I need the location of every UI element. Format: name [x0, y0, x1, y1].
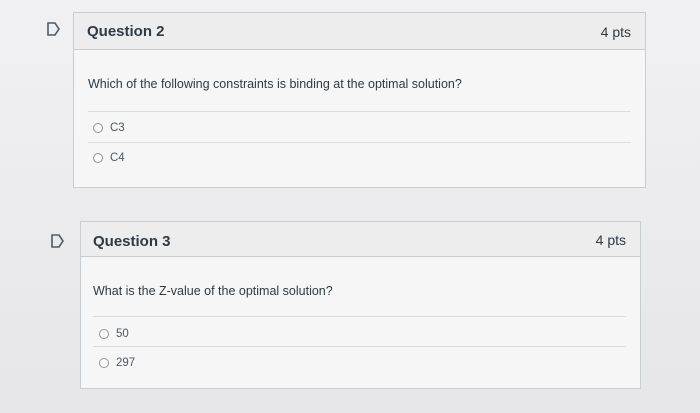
question-title: Question 2	[87, 23, 165, 40]
question-card: Question 3 4 pts What is the Z-value of …	[80, 221, 641, 389]
answer-divider	[93, 346, 626, 347]
flag-question-icon[interactable]	[51, 234, 65, 248]
question-text: Which of the following constraints is bi…	[88, 77, 462, 91]
radio-button-icon[interactable]	[93, 153, 103, 163]
answer-option-label: C4	[110, 152, 125, 164]
radio-button-icon[interactable]	[99, 329, 109, 339]
question-points: 4 pts	[600, 24, 631, 40]
question-points: 4 pts	[595, 232, 626, 248]
radio-button-icon[interactable]	[93, 123, 103, 133]
question-card: Question 2 4 pts Which of the following …	[73, 12, 646, 188]
answer-option[interactable]: 297	[99, 357, 135, 369]
answer-option-label: 297	[116, 357, 136, 369]
flag-question-icon[interactable]	[47, 22, 61, 36]
answer-divider	[93, 316, 626, 317]
answer-divider	[88, 111, 631, 112]
answer-option[interactable]: 50	[99, 328, 129, 340]
answer-option-label: C3	[110, 122, 125, 134]
question-title: Question 3	[93, 233, 171, 250]
answer-divider	[88, 142, 631, 143]
question-text: What is the Z-value of the optimal solut…	[93, 284, 333, 298]
answer-option[interactable]: C3	[93, 122, 125, 134]
answer-option-label: 50	[116, 328, 129, 340]
answer-option[interactable]: C4	[93, 152, 125, 164]
radio-button-icon[interactable]	[99, 358, 109, 368]
